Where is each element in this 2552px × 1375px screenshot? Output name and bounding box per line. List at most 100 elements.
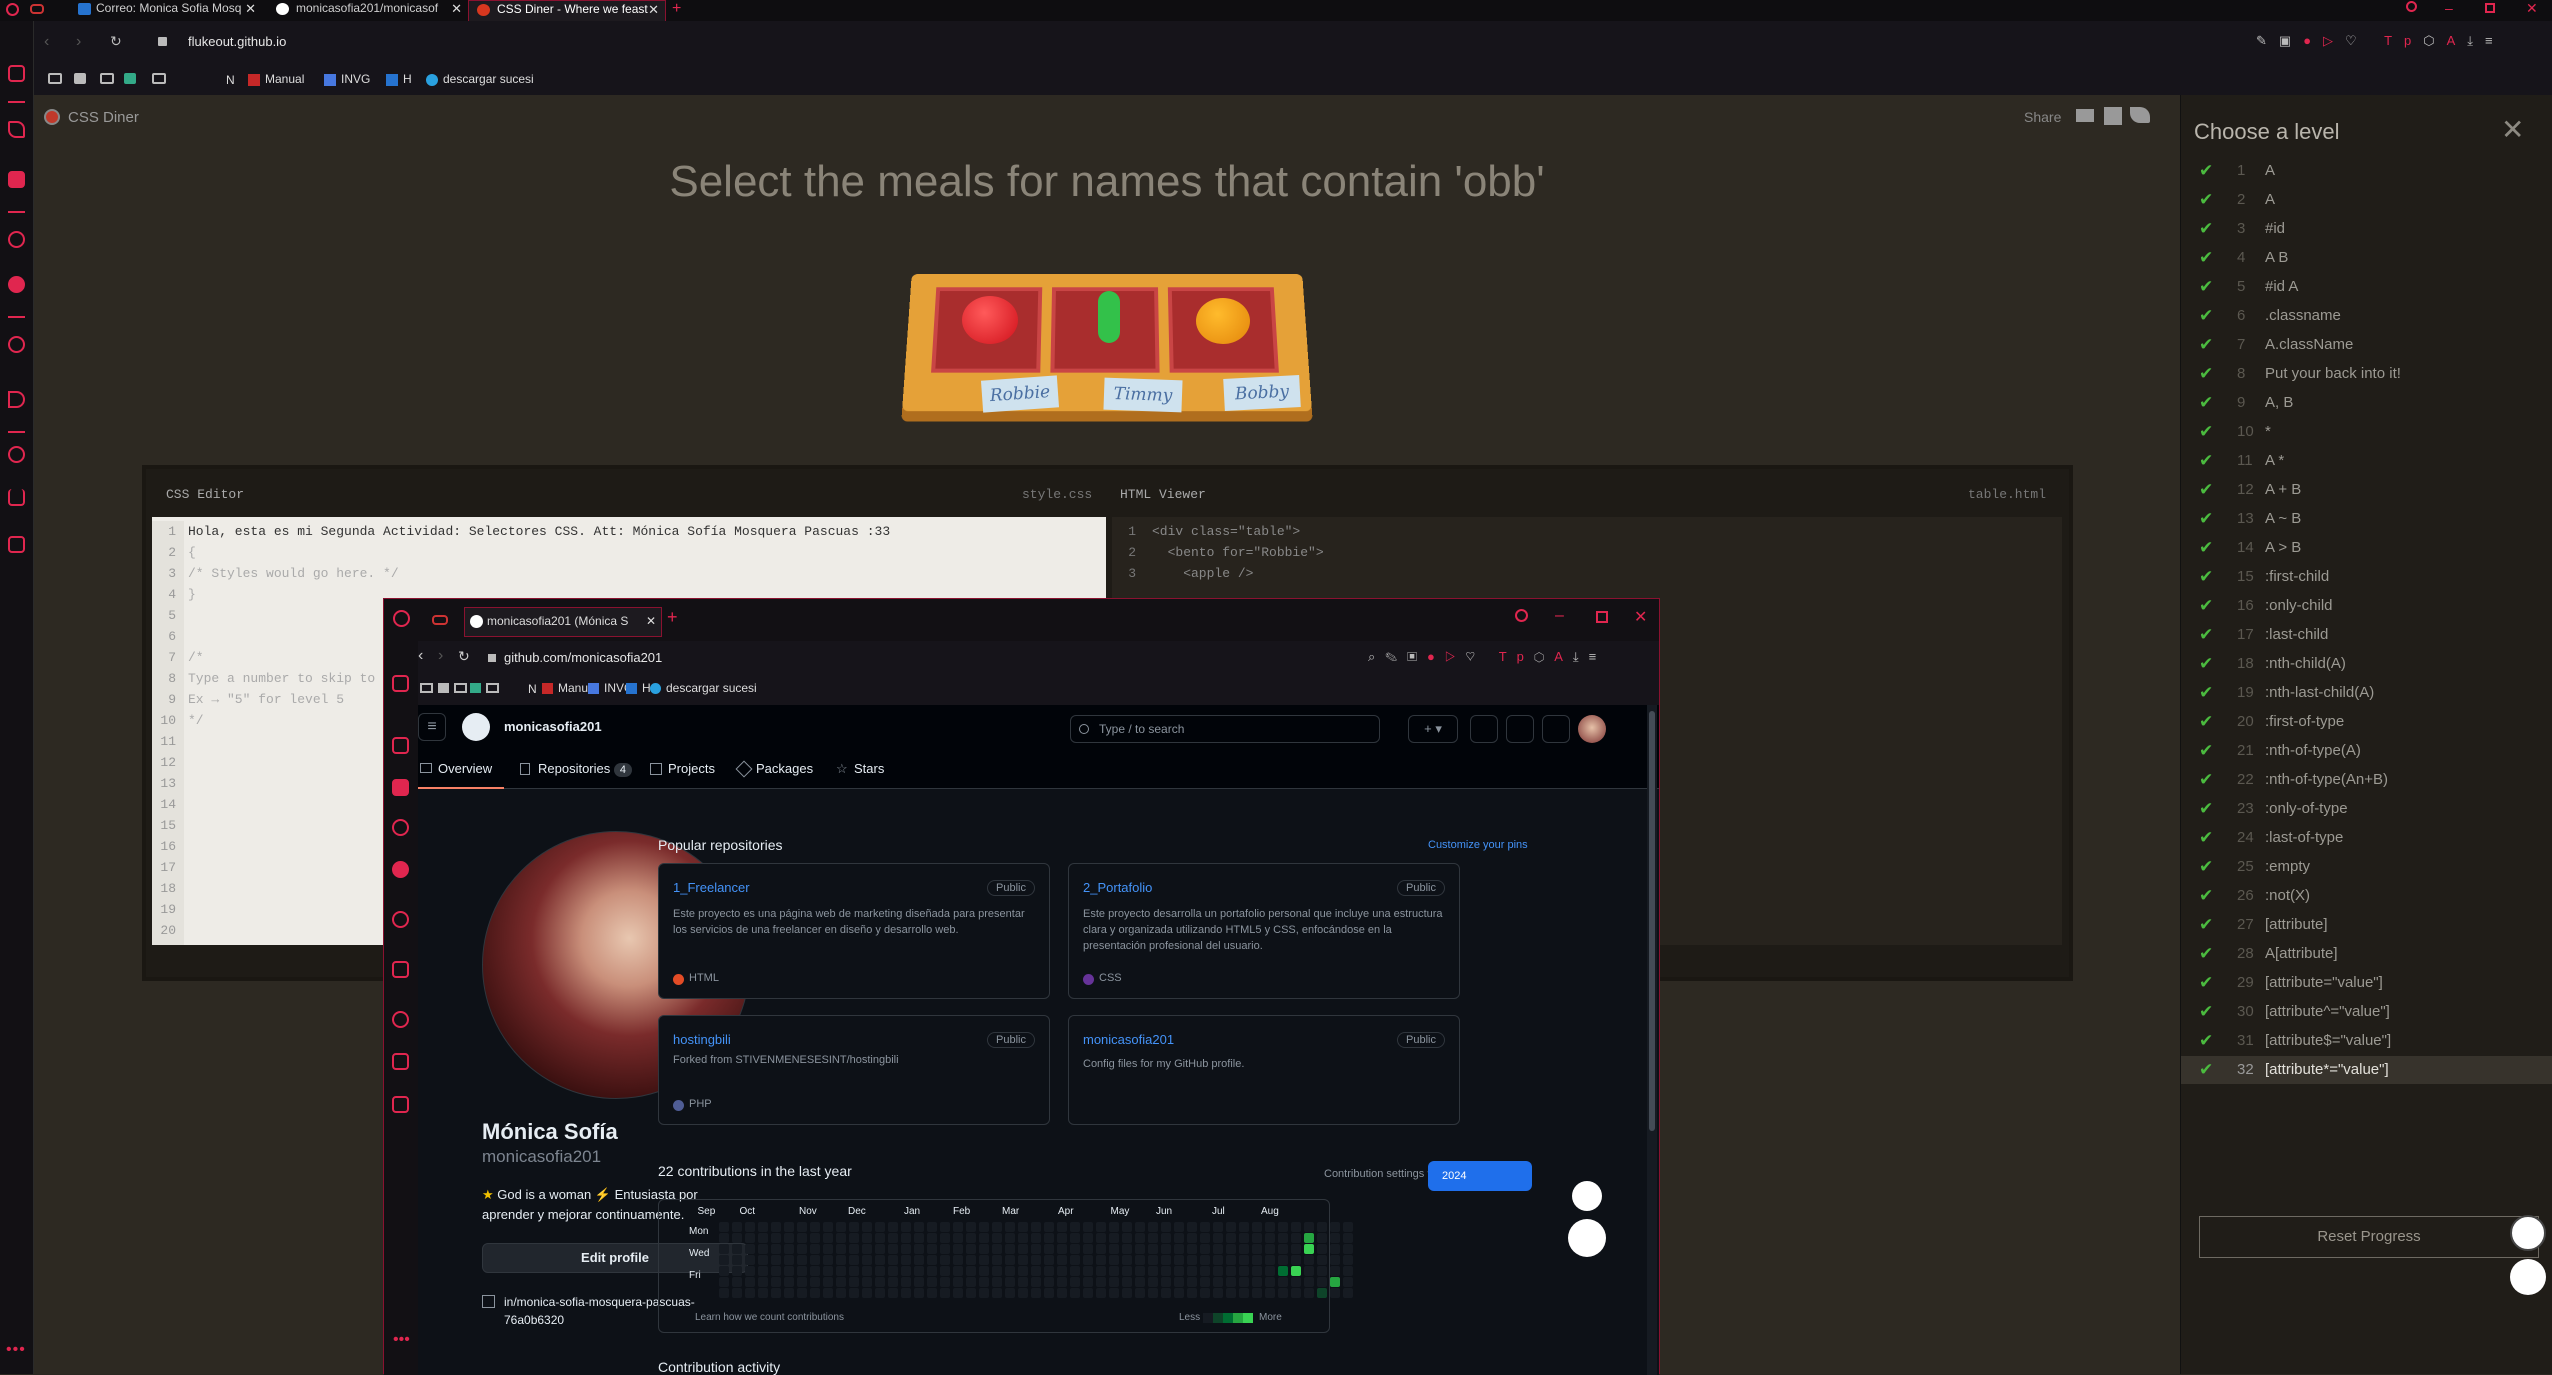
contribution-cell[interactable]: [1122, 1222, 1132, 1232]
contribution-cell[interactable]: [1135, 1222, 1145, 1232]
issues-icon[interactable]: [1470, 715, 1498, 743]
contribution-cell[interactable]: [732, 1222, 742, 1232]
aria-icon[interactable]: [392, 737, 409, 754]
bookmark-h[interactable]: H: [386, 72, 412, 86]
level-item[interactable]: ✔ 1 A: [2199, 157, 2552, 185]
contribution-cell[interactable]: [953, 1233, 963, 1243]
contribution-cell[interactable]: [1265, 1277, 1275, 1287]
folder-icon[interactable]: [100, 73, 114, 84]
contribution-cell[interactable]: [1343, 1277, 1353, 1287]
gamepad-icon[interactable]: [30, 4, 44, 14]
contribution-cell[interactable]: [901, 1266, 911, 1276]
contribution-cell[interactable]: [810, 1288, 820, 1298]
contribution-cell[interactable]: [823, 1233, 833, 1243]
contribution-cell[interactable]: [1226, 1233, 1236, 1243]
contribution-cell[interactable]: [1304, 1255, 1314, 1265]
messenger-icon[interactable]: [8, 231, 25, 248]
contribution-cell[interactable]: [1018, 1288, 1028, 1298]
contribution-cell[interactable]: [797, 1255, 807, 1265]
contribution-cell[interactable]: [940, 1288, 950, 1298]
contribution-cell[interactable]: [1174, 1255, 1184, 1265]
contribution-cell[interactable]: [914, 1277, 924, 1287]
toolbar-icons[interactable]: ⌕✎▣●▷♡ Tp⬡A⤓≡: [1368, 649, 1606, 665]
contribution-cell[interactable]: [1122, 1277, 1132, 1287]
contribution-cell[interactable]: [1031, 1244, 1041, 1254]
contribution-cell[interactable]: [1330, 1277, 1340, 1287]
contribution-cell[interactable]: [745, 1233, 755, 1243]
contribution-cell[interactable]: [1044, 1233, 1054, 1243]
contribution-cell[interactable]: [1213, 1277, 1223, 1287]
contribution-cell[interactable]: [875, 1288, 885, 1298]
contribution-cell[interactable]: [927, 1222, 937, 1232]
contribution-cell[interactable]: [745, 1277, 755, 1287]
contribution-cell[interactable]: [1161, 1288, 1171, 1298]
level-item[interactable]: ✔ 27 [attribute]: [2199, 911, 2552, 939]
contribution-cell[interactable]: [940, 1277, 950, 1287]
contribution-cell[interactable]: [836, 1288, 846, 1298]
contribution-cell[interactable]: [953, 1255, 963, 1265]
contribution-cell[interactable]: [901, 1288, 911, 1298]
contribution-cell[interactable]: [953, 1288, 963, 1298]
repo-card[interactable]: 2_Portafolio Public Este proyecto desarr…: [1068, 863, 1460, 999]
contribution-cell[interactable]: [1109, 1244, 1119, 1254]
contribution-cell[interactable]: [797, 1288, 807, 1298]
repo-name[interactable]: 1_Freelancer: [673, 880, 750, 895]
level-item[interactable]: ✔ 30 [attribute^="value"]: [2199, 998, 2552, 1026]
contribution-cell[interactable]: [745, 1244, 755, 1254]
twitch-icon[interactable]: [8, 65, 25, 82]
level-item[interactable]: ✔ 16:only-child: [2199, 592, 2552, 620]
contribution-cell[interactable]: [797, 1266, 807, 1276]
bookmark-icon[interactable]: [438, 683, 449, 693]
contribution-cell[interactable]: [732, 1266, 742, 1276]
level-item[interactable]: ✔ 4 A B: [2199, 244, 2552, 272]
contribution-cell[interactable]: [953, 1266, 963, 1276]
contribution-cell[interactable]: [862, 1244, 872, 1254]
aria-icon[interactable]: [8, 121, 25, 138]
contribution-cell[interactable]: [953, 1222, 963, 1232]
contribution-cell[interactable]: [1213, 1233, 1223, 1243]
contribution-cell[interactable]: [1304, 1266, 1314, 1276]
contribution-cell[interactable]: [1083, 1255, 1093, 1265]
pickle-green[interactable]: [1098, 291, 1120, 343]
contribution-cell[interactable]: [927, 1277, 937, 1287]
level-item[interactable]: ✔ 18:nth-child(A): [2199, 650, 2552, 678]
contribution-cell[interactable]: [810, 1244, 820, 1254]
contribution-cell[interactable]: [1226, 1244, 1236, 1254]
contribution-cell[interactable]: [1109, 1255, 1119, 1265]
contribution-cell[interactable]: [1018, 1222, 1028, 1232]
level-item[interactable]: ✔ 6 .classname: [2199, 302, 2552, 330]
contribution-cell[interactable]: [979, 1255, 989, 1265]
contribution-cell[interactable]: [888, 1255, 898, 1265]
contribution-cell[interactable]: [719, 1244, 729, 1254]
contribution-cell[interactable]: [1018, 1244, 1028, 1254]
scrollbar-thumb[interactable]: [1649, 711, 1655, 1131]
contribution-cell[interactable]: [1031, 1233, 1041, 1243]
year-button[interactable]: 2024: [1428, 1161, 1532, 1191]
contribution-cell[interactable]: [1252, 1255, 1262, 1265]
tab-github[interactable]: monicasofia201/monicasof ✕: [268, 0, 468, 21]
contribution-cell[interactable]: [1096, 1233, 1106, 1243]
contribution-cell[interactable]: [1005, 1233, 1015, 1243]
contribution-cell[interactable]: [1018, 1255, 1028, 1265]
contribution-cell[interactable]: [1135, 1244, 1145, 1254]
contribution-cell[interactable]: [849, 1233, 859, 1243]
tab-outlook[interactable]: Correo: Monica Sofia Mosq ✕: [50, 0, 262, 21]
contribution-cell[interactable]: [836, 1222, 846, 1232]
contribution-cell[interactable]: [1109, 1233, 1119, 1243]
contribution-cell[interactable]: [1096, 1266, 1106, 1276]
opera-icon[interactable]: [6, 3, 19, 16]
contribution-cell[interactable]: [1265, 1288, 1275, 1298]
contribution-cell[interactable]: [1265, 1244, 1275, 1254]
contribution-cell[interactable]: [1278, 1266, 1288, 1276]
contribution-cell[interactable]: [1291, 1266, 1301, 1276]
contribution-cell[interactable]: [1096, 1255, 1106, 1265]
contribution-cell[interactable]: [1330, 1288, 1340, 1298]
contribution-cell[interactable]: [1239, 1277, 1249, 1287]
level-item[interactable]: ✔ 8 Put your back into it!: [2199, 360, 2552, 388]
search-icon[interactable]: [1515, 609, 1528, 622]
reset-progress-button[interactable]: Reset Progress: [2199, 1216, 2539, 1258]
contribution-cell[interactable]: [966, 1255, 976, 1265]
contribution-cell[interactable]: [1200, 1277, 1210, 1287]
contribution-cell[interactable]: [836, 1244, 846, 1254]
contribution-cell[interactable]: [1070, 1244, 1080, 1254]
